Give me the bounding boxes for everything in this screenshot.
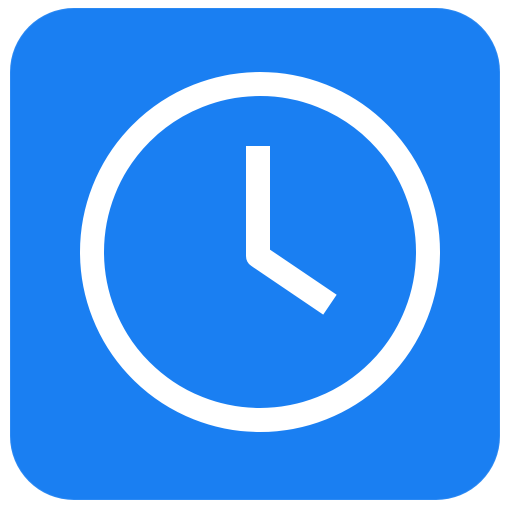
clock-icon [80,72,440,432]
clock-hands [246,146,337,315]
app-icon-canvas [0,0,512,512]
